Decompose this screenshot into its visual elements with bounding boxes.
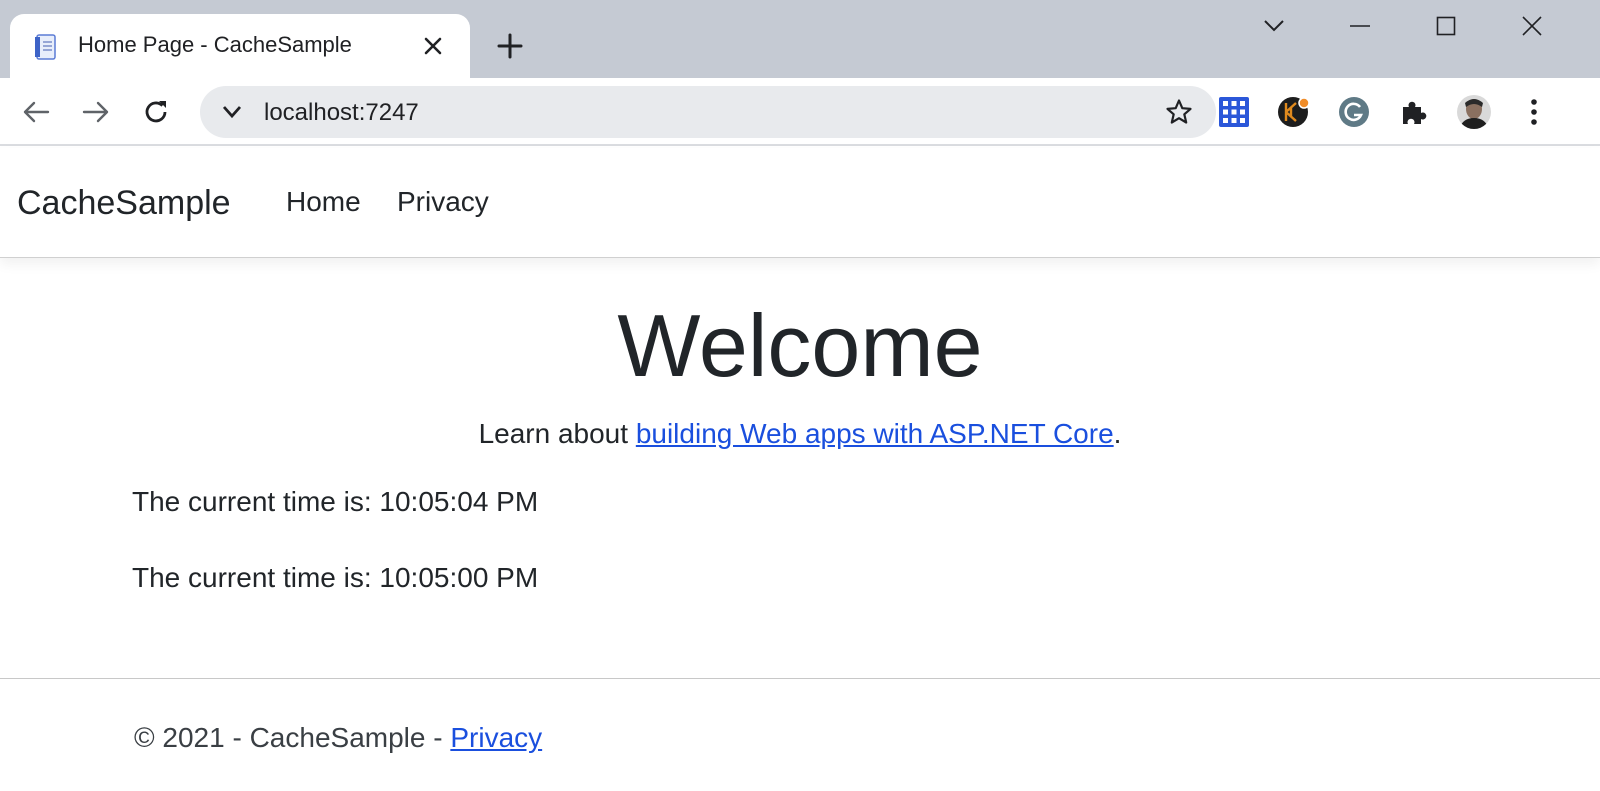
- nav-link-home[interactable]: Home: [286, 186, 361, 218]
- footer: © 2021 - CacheSample - Privacy: [134, 722, 542, 754]
- close-icon[interactable]: [418, 31, 448, 61]
- site-brand[interactable]: CacheSample: [17, 184, 231, 223]
- minimize-icon[interactable]: [1340, 8, 1380, 44]
- grammarly-extension-icon[interactable]: [1336, 94, 1372, 130]
- tab-search-chevron-down-icon[interactable]: [1254, 8, 1294, 44]
- reload-icon[interactable]: [136, 92, 176, 132]
- keeper-extension-icon[interactable]: [1276, 94, 1312, 130]
- learn-prefix: Learn about: [478, 418, 636, 449]
- site-navbar: CacheSample Home Privacy: [0, 148, 1600, 258]
- document-icon: [32, 32, 62, 62]
- footer-copyright: © 2021 - CacheSample -: [134, 722, 451, 753]
- new-tab-plus-icon[interactable]: [494, 30, 526, 62]
- window-close-icon[interactable]: [1512, 8, 1552, 44]
- back-arrow-icon[interactable]: [16, 92, 56, 132]
- nav-link-privacy[interactable]: Privacy: [397, 186, 489, 218]
- learn-suffix: .: [1113, 418, 1122, 449]
- address-url[interactable]: localhost:7247: [264, 99, 419, 127]
- maximize-icon[interactable]: [1426, 8, 1466, 44]
- bookmark-star-icon[interactable]: [1164, 97, 1194, 127]
- address-bar[interactable]: localhost:7247: [200, 86, 1216, 138]
- current-time-text: The current time is: 10:05:04 PM: [132, 486, 539, 517]
- puzzle-extensions-icon[interactable]: [1396, 94, 1432, 130]
- aspnet-docs-link[interactable]: building Web apps with ASP.NET Core: [636, 418, 1114, 449]
- tab-title: Home Page - CacheSample: [78, 32, 352, 57]
- more-vertical-icon[interactable]: [1516, 94, 1552, 130]
- footer-privacy-link[interactable]: Privacy: [450, 722, 542, 753]
- cached-time-text: The current time is: 10:05:00 PM: [132, 562, 539, 593]
- browser-toolbar: localhost:7247: [0, 78, 1600, 146]
- browser-tabstrip: Home Page - CacheSample: [0, 0, 1600, 78]
- profile-avatar[interactable]: [1456, 94, 1492, 130]
- chevron-down-icon[interactable]: [218, 98, 246, 126]
- footer-divider: [0, 678, 1600, 679]
- apps-grid-extension-icon[interactable]: [1216, 94, 1252, 130]
- browser-tab-active[interactable]: Home Page - CacheSample: [10, 14, 470, 78]
- learn-paragraph: Learn about building Web apps with ASP.N…: [0, 418, 1600, 450]
- page-title: Welcome: [617, 296, 983, 395]
- forward-arrow-icon[interactable]: [76, 92, 116, 132]
